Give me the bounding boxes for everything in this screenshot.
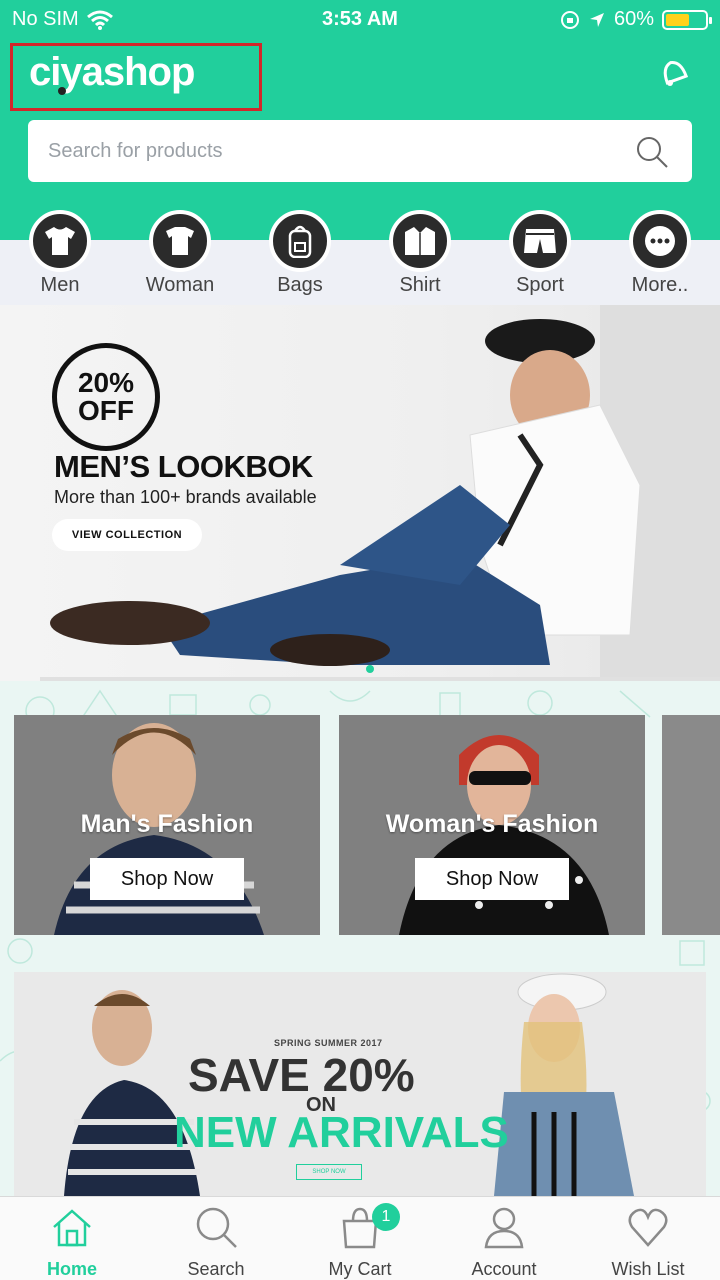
category-label: More.. (631, 274, 689, 296)
category-shirt[interactable]: Shirt (370, 210, 470, 297)
category-label: Men (40, 274, 80, 296)
tshirt-icon (29, 210, 91, 272)
shop-now-button[interactable]: Shop Now (415, 858, 569, 900)
shop-now-small-button[interactable]: SHOP NOW (296, 1164, 362, 1180)
tab-search[interactable]: Search (144, 1197, 288, 1280)
home-icon (53, 1209, 91, 1247)
category-sport[interactable]: Sport (490, 210, 590, 297)
battery-percent: 60% (613, 8, 654, 30)
carousel-indicator (366, 665, 374, 673)
promo-headline: SAVE 20% (188, 1049, 415, 1101)
tab-account[interactable]: Account (432, 1197, 576, 1280)
tab-label: Wish List (611, 1259, 685, 1279)
bottom-tab-bar: Home Search 1 My Cart Account Wish List (0, 1196, 720, 1280)
banner-subtitle: More than 100+ brands available (54, 487, 317, 507)
womans-fashion-card[interactable]: Woman's Fashion Shop Now (339, 715, 645, 935)
search-icon[interactable] (634, 134, 670, 170)
tab-home[interactable]: Home (0, 1197, 144, 1280)
tab-my-cart[interactable]: 1 My Cart (288, 1197, 432, 1280)
tab-label: Account (471, 1259, 537, 1279)
shirt-icon (389, 210, 451, 272)
search-input[interactable]: Search for products (28, 120, 692, 182)
category-men[interactable]: Men (10, 210, 110, 297)
shorts-icon (509, 210, 571, 272)
discount-badge: 20% OFF (52, 343, 160, 451)
more-icon (629, 210, 691, 272)
shop-now-button[interactable]: Shop Now (90, 858, 244, 900)
battery-icon (662, 9, 712, 30)
card-title: Man's Fashion (80, 810, 254, 838)
location-arrow-icon (589, 12, 604, 27)
search-placeholder: Search for products (48, 140, 223, 162)
user-icon (484, 1207, 524, 1249)
category-strip: Men Woman Bags Shirt Sport More.. (0, 210, 720, 302)
status-bar: No SIM 3:53 AM 60% (0, 0, 720, 40)
orientation-lock-icon (560, 10, 579, 29)
card-title: Woman's Fashion (385, 810, 599, 838)
logo-highlight[interactable]: ciyashop (10, 43, 262, 111)
logo-dot (58, 87, 66, 95)
discount-percent: 20% (77, 367, 135, 398)
bell-icon[interactable] (654, 52, 694, 92)
heart-icon (628, 1208, 668, 1247)
promo-tagline: SPRING SUMMER 2017 (274, 1038, 383, 1048)
banner-title: MEN’S LOOKBOK (54, 449, 313, 484)
tab-wish-list[interactable]: Wish List (576, 1197, 720, 1280)
mans-fashion-card[interactable]: Man's Fashion Shop Now (14, 715, 320, 935)
top-icon (149, 210, 211, 272)
promo-highlight: NEW ARRIVALS (174, 1108, 509, 1157)
app-header: No SIM 3:53 AM 60% ciyashop Search for p… (0, 0, 720, 240)
category-woman[interactable]: Woman (130, 210, 230, 297)
view-collection-button[interactable]: VIEW COLLECTION (52, 519, 202, 551)
tab-label: Search (187, 1259, 245, 1279)
hero-banner[interactable]: 20% OFF MEN’S LOOKBOK More than 100+ bra… (0, 305, 720, 681)
cart-count-badge: 1 (372, 1203, 400, 1231)
category-label: Woman (145, 274, 215, 296)
category-label: Sport (516, 274, 564, 296)
backpack-icon (269, 210, 331, 272)
screen: No SIM 3:53 AM 60% ciyashop Search for p… (0, 0, 720, 1280)
spring-sale-banner[interactable]: SPRING SUMMER 2017 SAVE 20% ON NEW ARRIV… (14, 972, 706, 1196)
search-icon (196, 1207, 237, 1248)
tab-label: My Cart (328, 1259, 392, 1279)
category-label: Shirt (399, 274, 441, 296)
category-bags[interactable]: Bags (250, 210, 350, 297)
discount-off-label: OFF (78, 395, 134, 426)
category-label: Bags (277, 274, 323, 296)
tab-label: Home (46, 1259, 97, 1279)
category-more[interactable]: More.. (610, 210, 710, 297)
battery-fill (666, 13, 689, 26)
app-logo: ciyashop (29, 50, 195, 94)
next-card-peek[interactable] (662, 715, 720, 935)
